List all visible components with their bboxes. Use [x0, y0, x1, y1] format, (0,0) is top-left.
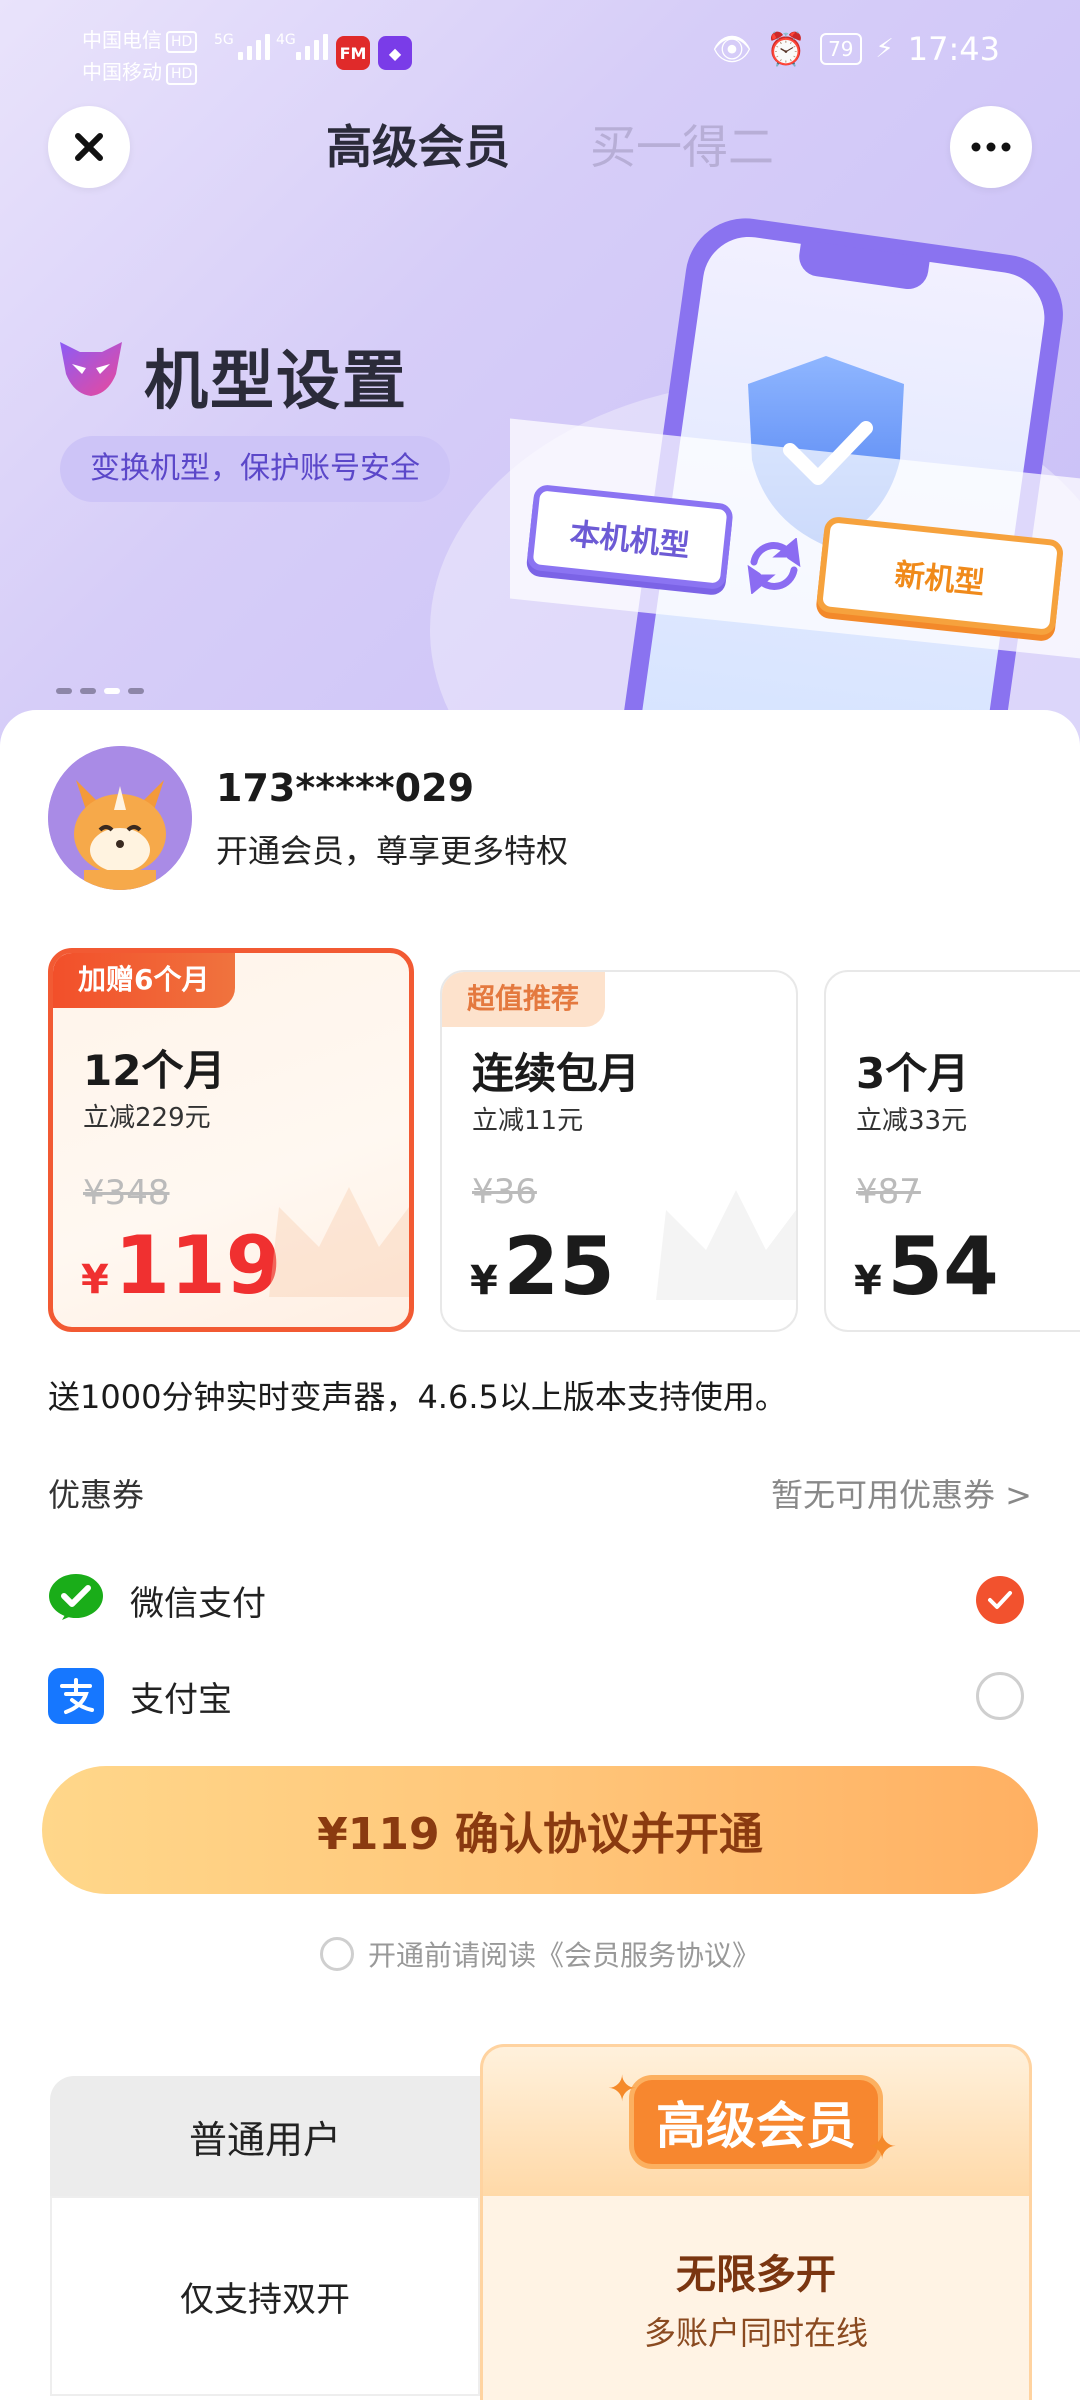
- username: 173*****029: [216, 766, 475, 810]
- feature-subtitle: 变换机型，保护账号安全: [60, 436, 450, 502]
- plan-price-value: 54: [887, 1220, 999, 1313]
- more-icon: [971, 142, 1011, 152]
- plan-discount: 立减229元: [83, 1103, 211, 1133]
- agreement-row: 开通前请阅读《会员服务协议》: [0, 1934, 1080, 1974]
- status-bar: 中国电信 HD 中国移动 HD 5G 4G FM ◆ 👁 ⏰ 79 ⚡ 17:43: [0, 0, 1080, 100]
- status-right: 👁 ⏰ 79 ⚡ 17:43: [712, 30, 1000, 68]
- network-4g-label: 4G: [276, 32, 296, 48]
- user-subtitle: 开通会员，尊享更多特权: [216, 832, 569, 870]
- network-5g-label: 5G: [214, 32, 234, 48]
- plan-original-price: ¥36: [472, 1172, 537, 1212]
- plan-discount: 立减33元: [856, 1106, 968, 1136]
- carrier-1: 中国电信: [82, 28, 162, 52]
- tab-buy-one-get-two[interactable]: 买一得二: [590, 118, 774, 176]
- avatar: [48, 746, 192, 890]
- close-icon: [75, 133, 103, 161]
- comparison-vip-cell: 无限多开 多账户同时在线: [480, 2196, 1032, 2400]
- comparison-vip-header: ✦ 高级会员 ✦: [480, 2044, 1032, 2196]
- check-icon: [988, 1591, 1012, 1609]
- close-button[interactable]: [48, 106, 130, 188]
- agreement-label[interactable]: 开通前请阅读《会员服务协议》: [368, 1934, 760, 1974]
- comparison-vip-sub: 多账户同时在线: [643, 2314, 868, 2352]
- currency-symbol: ¥: [854, 1258, 882, 1304]
- carrier-2: 中国移动: [82, 60, 162, 84]
- plan-discount: 立减11元: [472, 1106, 584, 1136]
- agreement-checkbox[interactable]: [319, 1937, 354, 1971]
- plan-card-3-months[interactable]: 3个月 立减33元 ¥87 ¥ 54: [824, 970, 1080, 1332]
- plan-price: ¥ 54: [854, 1222, 999, 1312]
- crown-watermark-icon: [656, 1190, 796, 1300]
- fox-avatar-icon: [48, 746, 192, 890]
- signal-icon: [296, 34, 328, 60]
- gift-note: 送1000分钟实时变声器，4.6.5以上版本支持使用。: [48, 1378, 787, 1416]
- feature-title: 机型设置: [144, 345, 408, 419]
- signal-icon: [238, 34, 270, 60]
- plan-price: ¥ 25: [470, 1222, 615, 1312]
- fm-app-icon: FM: [336, 36, 370, 70]
- more-button[interactable]: [950, 106, 1032, 188]
- currency-symbol: ¥: [81, 1257, 109, 1303]
- sparkle-icon: ✦: [867, 2127, 898, 2168]
- tab-premium[interactable]: 高级会员: [326, 118, 510, 176]
- plan-price-value: 25: [503, 1220, 615, 1313]
- alipay-radio[interactable]: [976, 1672, 1024, 1720]
- plan-original-price: ¥87: [856, 1172, 921, 1212]
- plan-name: 连续包月: [472, 1049, 641, 1098]
- wechat-pay-label[interactable]: 微信支付: [130, 1576, 266, 1625]
- plan-original-price: ¥348: [83, 1173, 170, 1213]
- comparison-normal-header: 普通用户: [50, 2076, 480, 2196]
- battery-icon: 79: [820, 33, 862, 65]
- currency-symbol: ¥: [470, 1258, 498, 1304]
- charging-icon: ⚡: [875, 34, 894, 64]
- plan-name: 12个月: [83, 1046, 226, 1095]
- sparkle-icon: ✦: [607, 2069, 638, 2110]
- hd-badge: HD: [166, 62, 198, 85]
- plan-price: ¥ 119: [81, 1221, 281, 1311]
- vip-header-title: 高级会员: [634, 2079, 878, 2164]
- carrier-info: 中国电信 HD 中国移动 HD: [82, 24, 198, 88]
- comparison-vip-main: 无限多开: [676, 2252, 836, 2298]
- plan-price-value: 119: [114, 1219, 282, 1312]
- alipay-icon: [48, 1668, 104, 1724]
- wechat-pay-radio[interactable]: [976, 1576, 1024, 1624]
- comparison-normal-cell: 仅支持双开: [50, 2196, 480, 2396]
- carousel-indicator: [56, 688, 144, 694]
- plan-badge: 加赠6个月: [53, 953, 236, 1008]
- alarm-icon: ⏰: [766, 30, 807, 68]
- coupon-value[interactable]: 暂无可用优惠券 >: [771, 1470, 1032, 1516]
- mask-logo-icon: [60, 342, 122, 396]
- plan-badge: 超值推荐: [442, 972, 606, 1027]
- alipay-label[interactable]: 支付宝: [130, 1672, 232, 1721]
- hd-badge: HD: [166, 30, 198, 53]
- coupon-label: 优惠券: [48, 1476, 145, 1514]
- plan-card-monthly[interactable]: 超值推荐 连续包月 立减11元 ¥36 ¥ 25: [440, 970, 798, 1332]
- plan-card-12-months[interactable]: 加赠6个月 12个月 立减229元 ¥348 ¥ 119: [48, 948, 414, 1332]
- confirm-purchase-button[interactable]: ¥119 确认协议并开通: [42, 1766, 1038, 1894]
- wechat-pay-icon: [48, 1570, 104, 1626]
- clock: 17:43: [907, 30, 1000, 68]
- crown-watermark-icon: [269, 1187, 409, 1297]
- hero-banner[interactable]: 中国电信 HD 中国移动 HD 5G 4G FM ◆ 👁 ⏰ 79 ⚡ 17:43 …: [0, 0, 1080, 760]
- app-notification-icon: ◆: [378, 36, 412, 70]
- swap-icon: [747, 538, 801, 594]
- eye-icon: 👁: [711, 30, 753, 68]
- plan-name: 3个月: [856, 1049, 970, 1098]
